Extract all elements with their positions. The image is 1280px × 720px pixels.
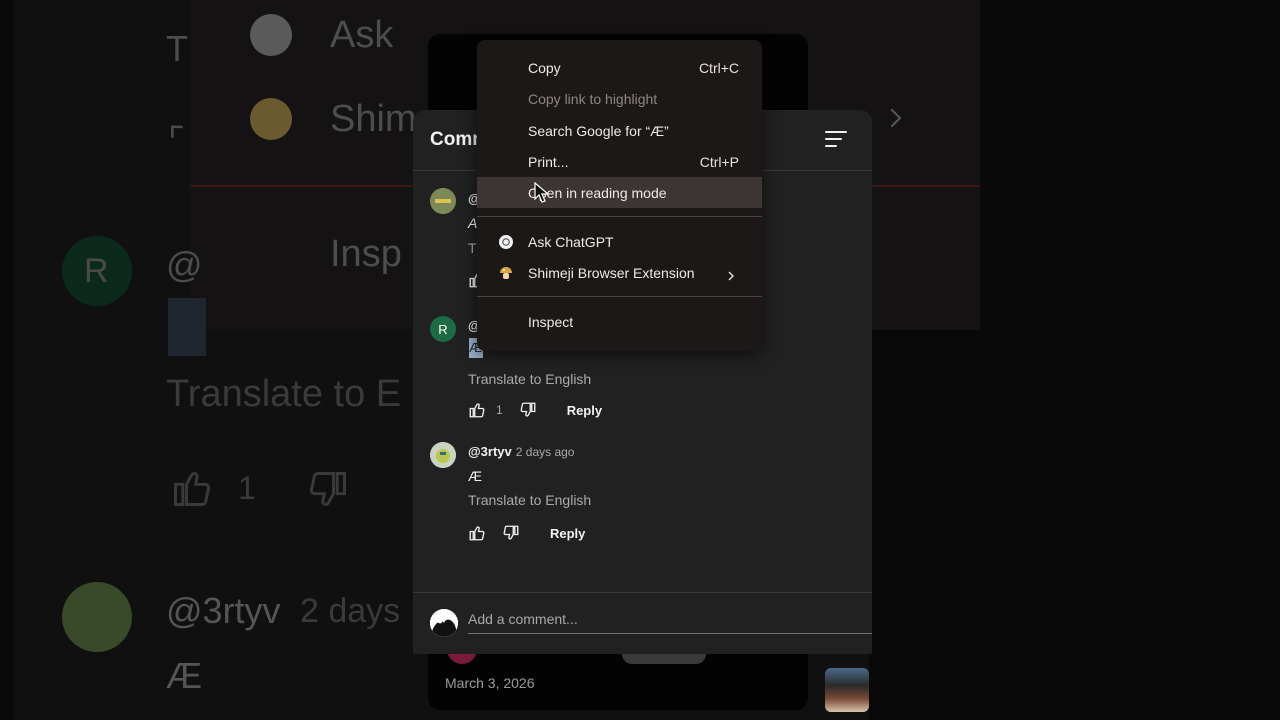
context-menu: Copy Ctrl+C Copy link to highlight Searc… <box>477 40 762 351</box>
background-avatar-3rtyv <box>62 582 132 652</box>
upload-date: March 3, 2026 <box>445 675 535 691</box>
background-shimeji-icon <box>250 98 292 140</box>
background-author-3rtyv: @3rtyv <box>166 590 281 631</box>
like-icon[interactable] <box>468 401 486 419</box>
reply-button[interactable]: Reply <box>567 403 602 418</box>
background-author-prefix: @ <box>166 244 203 285</box>
shimeji-mushroom-icon <box>499 266 513 280</box>
background-translate-label: Translate to E <box>166 373 402 415</box>
comment-author-name[interactable]: @3rtyv <box>468 444 512 459</box>
menu-divider <box>477 296 762 297</box>
background-avatar-letter: R <box>84 252 109 290</box>
background-dislike-icon <box>306 468 350 512</box>
chatgpt-icon <box>499 234 513 249</box>
avatar[interactable] <box>430 188 456 214</box>
submenu-arrow-icon <box>726 268 736 280</box>
background-chatgpt-icon <box>250 14 292 56</box>
menu-item-shimeji-browser-extension[interactable]: Shimeji Browser Extension <box>477 257 762 288</box>
background-inspect-label: Insp <box>330 233 402 275</box>
comment-actions: Reply <box>468 523 585 543</box>
menu-item-copy[interactable]: Copy Ctrl+C <box>477 52 762 83</box>
menu-item-label: Print... <box>528 153 569 170</box>
background-time-3rtyv: 2 days <box>300 592 401 630</box>
background-ask-label: Ask <box>330 14 394 56</box>
dislike-icon[interactable] <box>502 524 520 542</box>
menu-item-shortcut: Ctrl+P <box>699 153 739 170</box>
reply-button[interactable]: Reply <box>550 526 585 541</box>
current-user-avatar <box>430 609 458 637</box>
comment-text: A <box>468 215 478 231</box>
menu-item-label: Shimeji Browser Extension <box>528 264 695 281</box>
background-text-3rtyv: Æ <box>166 655 202 696</box>
translate-link[interactable]: Translate to English <box>468 492 591 508</box>
mouse-cursor-icon <box>534 181 550 204</box>
comment-time[interactable]: 2 days ago <box>516 445 575 459</box>
menu-item-ask-chatgpt[interactable]: Ask ChatGPT <box>477 226 762 257</box>
add-comment-bar: Add a comment... <box>413 592 872 654</box>
menu-item-open-in-reading-mode[interactable]: Open in reading mode <box>477 177 762 208</box>
background-like-icon <box>170 466 214 510</box>
background-like-count: 1 <box>238 470 256 506</box>
menu-item-label: Ask ChatGPT <box>528 233 614 250</box>
comment-text: Æ <box>468 468 482 484</box>
menu-item-inspect[interactable]: Inspect <box>477 306 762 337</box>
background-like-glyph: ⌜ <box>168 120 185 161</box>
avatar-letter: R <box>438 321 448 337</box>
translate-link[interactable]: Translate to English <box>468 371 591 387</box>
comment-author[interactable]: @3rtyv 2 days ago <box>468 444 574 459</box>
background-letter-t: T <box>166 28 188 69</box>
background-shimeji-label: Shim <box>330 98 417 140</box>
dislike-icon[interactable] <box>519 401 537 419</box>
translate-link[interactable]: T <box>468 240 477 256</box>
menu-item-shortcut: Ctrl+C <box>698 59 739 76</box>
menu-item-label: Inspect <box>528 313 574 330</box>
avatar[interactable]: R <box>430 316 456 342</box>
menu-item-copy-link-to-highlight[interactable]: Copy link to highlight <box>477 83 762 114</box>
like-count: 1 <box>496 403 503 417</box>
menu-divider <box>477 216 762 217</box>
menu-item-print[interactable]: Print... Ctrl+P <box>477 146 762 177</box>
avatar[interactable] <box>430 442 456 468</box>
add-comment-input[interactable]: Add a comment... <box>468 611 872 634</box>
chevron-right-icon[interactable] <box>884 106 908 130</box>
channel-thumbnail[interactable] <box>825 668 869 712</box>
comment-actions: 1 Reply <box>468 400 602 420</box>
menu-item-search-google[interactable]: Search Google for “Æ” <box>477 115 762 146</box>
background-ae-thumb <box>168 298 206 356</box>
menu-item-label: Copy link to highlight <box>528 90 658 107</box>
menu-item-label: Search Google for “Æ” <box>528 122 669 139</box>
menu-item-label: Copy <box>528 59 561 76</box>
comment-item: @3rtyv 2 days ago Æ Translate to English … <box>413 442 872 552</box>
sort-icon[interactable] <box>825 131 849 151</box>
like-icon[interactable] <box>468 524 486 542</box>
